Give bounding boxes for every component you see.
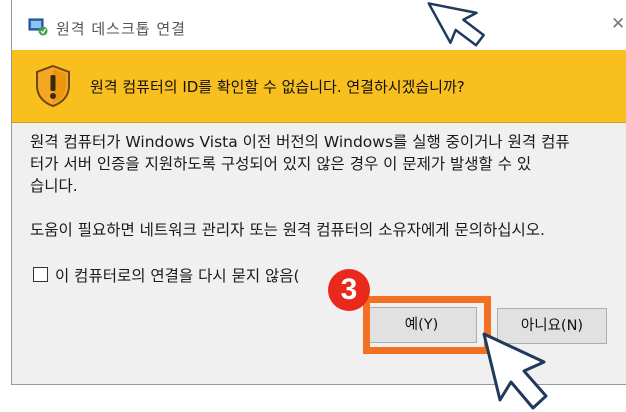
warning-shield-icon (36, 64, 70, 108)
help-text: 도움이 필요하면 네트워크 관리자 또는 원격 컴퓨터의 소유자에게 문의하십시… (30, 221, 545, 239)
window-title: 원격 데스크톱 연결 (56, 20, 186, 38)
pointer-cursor-icon (427, 2, 485, 47)
dont-ask-again-checkbox[interactable] (33, 267, 48, 282)
warning-message: 원격 컴퓨터의 ID를 확인할 수 없습니다. 연결하시겠습니까? (90, 78, 465, 96)
description-line-1: 원격 컴퓨터가 Windows Vista 이전 버전의 Windows를 실행… (30, 133, 570, 151)
description-line-3: 습니다. (30, 177, 78, 195)
step-number-badge: 3 (328, 269, 370, 311)
remote-desktop-icon (28, 18, 48, 36)
pointer-cursor-icon (482, 332, 548, 410)
warning-banner: 원격 컴퓨터의 ID를 확인할 수 없습니다. 연결하시겠습니까? (12, 50, 626, 123)
dont-ask-again-label[interactable]: 이 컴퓨터로의 연결을 다시 묻지 않음( (55, 264, 300, 286)
remote-desktop-dialog: 원격 데스크톱 연결 ✕ 원격 컴퓨터의 ID를 확인할 수 없습니다. 연결하… (11, 0, 626, 385)
yes-button-highlight (363, 296, 491, 354)
description-line-2: 터가 서버 인증을 지원하도록 구성되어 있지 않은 경우 이 문제가 발생할 … (30, 155, 532, 173)
close-icon[interactable]: ✕ (611, 16, 625, 33)
title-bar: 원격 데스크톱 연결 ✕ (12, 0, 626, 50)
